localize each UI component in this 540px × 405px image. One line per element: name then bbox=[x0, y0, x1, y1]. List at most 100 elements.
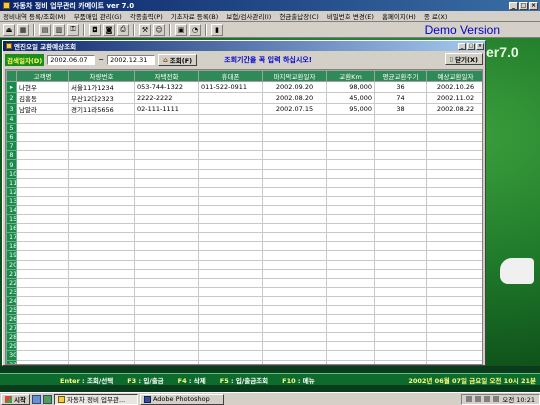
table-cell[interactable] bbox=[426, 332, 482, 343]
table-cell[interactable] bbox=[426, 350, 482, 361]
table-cell[interactable] bbox=[326, 204, 375, 216]
table-cell[interactable] bbox=[198, 304, 263, 316]
tray-speaker-icon[interactable] bbox=[466, 396, 473, 402]
table-cell[interactable] bbox=[134, 177, 199, 188]
table-cell[interactable] bbox=[16, 195, 69, 206]
close-window-button[interactable]: × bbox=[529, 1, 538, 10]
table-cell[interactable] bbox=[134, 332, 199, 343]
table-cell[interactable] bbox=[374, 295, 427, 306]
menu-item-basic-data[interactable]: 기초자료 등록(B) bbox=[171, 11, 218, 21]
table-cell[interactable] bbox=[68, 241, 135, 252]
table-cell[interactable] bbox=[16, 277, 69, 288]
table-cell[interactable] bbox=[426, 295, 482, 306]
table-cell[interactable] bbox=[198, 168, 263, 179]
table-row[interactable]: 21 bbox=[6, 268, 482, 279]
table-cell[interactable] bbox=[68, 314, 135, 325]
table-cell[interactable] bbox=[374, 241, 427, 252]
col-header-expected-date[interactable]: 예상교환일자 bbox=[426, 70, 482, 82]
menu-item-password[interactable]: 비밀번호 변경(E) bbox=[327, 11, 374, 21]
table-cell[interactable] bbox=[68, 232, 135, 243]
table-cell[interactable]: 나현우 bbox=[16, 81, 69, 93]
table-cell[interactable] bbox=[426, 277, 482, 288]
task-carmate[interactable]: 자동차 정비 업무관... bbox=[53, 393, 138, 405]
table-cell[interactable] bbox=[262, 323, 327, 334]
table-cell[interactable]: 2002.08.20 bbox=[262, 92, 327, 104]
key-icon[interactable]: ⚿ bbox=[67, 23, 79, 36]
table-cell[interactable] bbox=[134, 295, 199, 306]
table-cell[interactable]: 부산12다2323 bbox=[68, 92, 135, 104]
table-cell[interactable] bbox=[326, 241, 375, 252]
table-cell[interactable] bbox=[426, 123, 482, 134]
table-cell[interactable] bbox=[262, 150, 327, 161]
table-row[interactable]: 28 bbox=[6, 332, 482, 343]
table-cell[interactable] bbox=[262, 277, 327, 288]
table-cell[interactable] bbox=[134, 113, 199, 125]
table-cell[interactable] bbox=[374, 250, 427, 261]
table-cell[interactable] bbox=[374, 223, 427, 234]
date-from-input[interactable]: 2002.06.07 bbox=[47, 55, 96, 65]
table-cell[interactable] bbox=[134, 195, 199, 206]
table-cell[interactable] bbox=[198, 159, 263, 170]
table-cell[interactable] bbox=[68, 132, 135, 143]
table-cell[interactable] bbox=[426, 323, 482, 334]
table-cell[interactable] bbox=[374, 359, 427, 364]
tray-network-icon[interactable] bbox=[475, 396, 482, 402]
table-cell[interactable] bbox=[134, 286, 199, 297]
table-row[interactable]: ▸ 나현우 서울11가1234 053-744-1322 011-522-0911 200… bbox=[6, 81, 482, 93]
child-maximize-button[interactable]: □ bbox=[467, 42, 475, 50]
table-cell[interactable] bbox=[134, 168, 199, 179]
table-cell[interactable] bbox=[326, 150, 375, 161]
table-cell[interactable] bbox=[16, 123, 69, 134]
table-cell[interactable] bbox=[134, 150, 199, 161]
table-cell[interactable] bbox=[16, 132, 69, 143]
table-cell[interactable] bbox=[134, 159, 199, 170]
table-cell[interactable] bbox=[134, 350, 199, 361]
table-row[interactable]: 8 bbox=[6, 150, 482, 161]
table-cell[interactable] bbox=[374, 214, 427, 225]
table-cell[interactable]: 2002.08.22 bbox=[426, 103, 482, 115]
table-cell[interactable] bbox=[262, 132, 327, 143]
menu-item-print[interactable]: 각종출력(P) bbox=[130, 11, 163, 21]
table-cell[interactable] bbox=[374, 323, 427, 334]
table-cell[interactable] bbox=[374, 186, 427, 197]
table-cell[interactable] bbox=[198, 141, 263, 152]
col-header-avg-cycle[interactable]: 평균교환주기 bbox=[374, 70, 427, 82]
table-cell[interactable] bbox=[16, 359, 69, 364]
table-row[interactable]: 17 bbox=[6, 232, 482, 243]
table-row[interactable]: 22 bbox=[6, 277, 482, 288]
table-cell[interactable] bbox=[326, 123, 375, 134]
table-cell[interactable] bbox=[326, 168, 375, 179]
table-cell[interactable] bbox=[426, 341, 482, 352]
table-cell[interactable] bbox=[68, 123, 135, 134]
table-cell[interactable] bbox=[326, 295, 375, 306]
table-row[interactable]: 6 bbox=[6, 132, 482, 143]
table-cell[interactable] bbox=[326, 132, 375, 143]
table-cell[interactable] bbox=[426, 186, 482, 197]
table-cell[interactable] bbox=[374, 113, 427, 125]
table-row[interactable]: 29 bbox=[6, 341, 482, 352]
table-cell[interactable] bbox=[68, 214, 135, 225]
table-cell[interactable] bbox=[198, 259, 263, 270]
table-cell[interactable] bbox=[16, 323, 69, 334]
table-cell[interactable] bbox=[326, 332, 375, 343]
table-cell[interactable] bbox=[68, 150, 135, 161]
table-row[interactable]: 26 bbox=[6, 314, 482, 325]
table-cell[interactable] bbox=[68, 168, 135, 179]
table-cell[interactable] bbox=[68, 304, 135, 316]
table-cell[interactable] bbox=[426, 141, 482, 152]
table-cell[interactable] bbox=[426, 150, 482, 161]
child-close-button[interactable]: × bbox=[476, 42, 484, 50]
table-cell[interactable] bbox=[68, 204, 135, 216]
table-cell[interactable] bbox=[198, 286, 263, 297]
table-cell[interactable]: 경기11라5656 bbox=[68, 103, 135, 115]
table-cell[interactable] bbox=[374, 259, 427, 270]
table-cell[interactable] bbox=[426, 286, 482, 297]
table-cell[interactable]: 남말라 bbox=[16, 103, 69, 115]
table-cell[interactable] bbox=[134, 341, 199, 352]
table-cell[interactable] bbox=[262, 314, 327, 325]
table-cell[interactable] bbox=[262, 123, 327, 134]
table-cell[interactable] bbox=[262, 214, 327, 225]
table-cell[interactable] bbox=[262, 159, 327, 170]
table-cell[interactable] bbox=[198, 250, 263, 261]
col-header-plate[interactable]: 차량번호 bbox=[68, 70, 135, 82]
